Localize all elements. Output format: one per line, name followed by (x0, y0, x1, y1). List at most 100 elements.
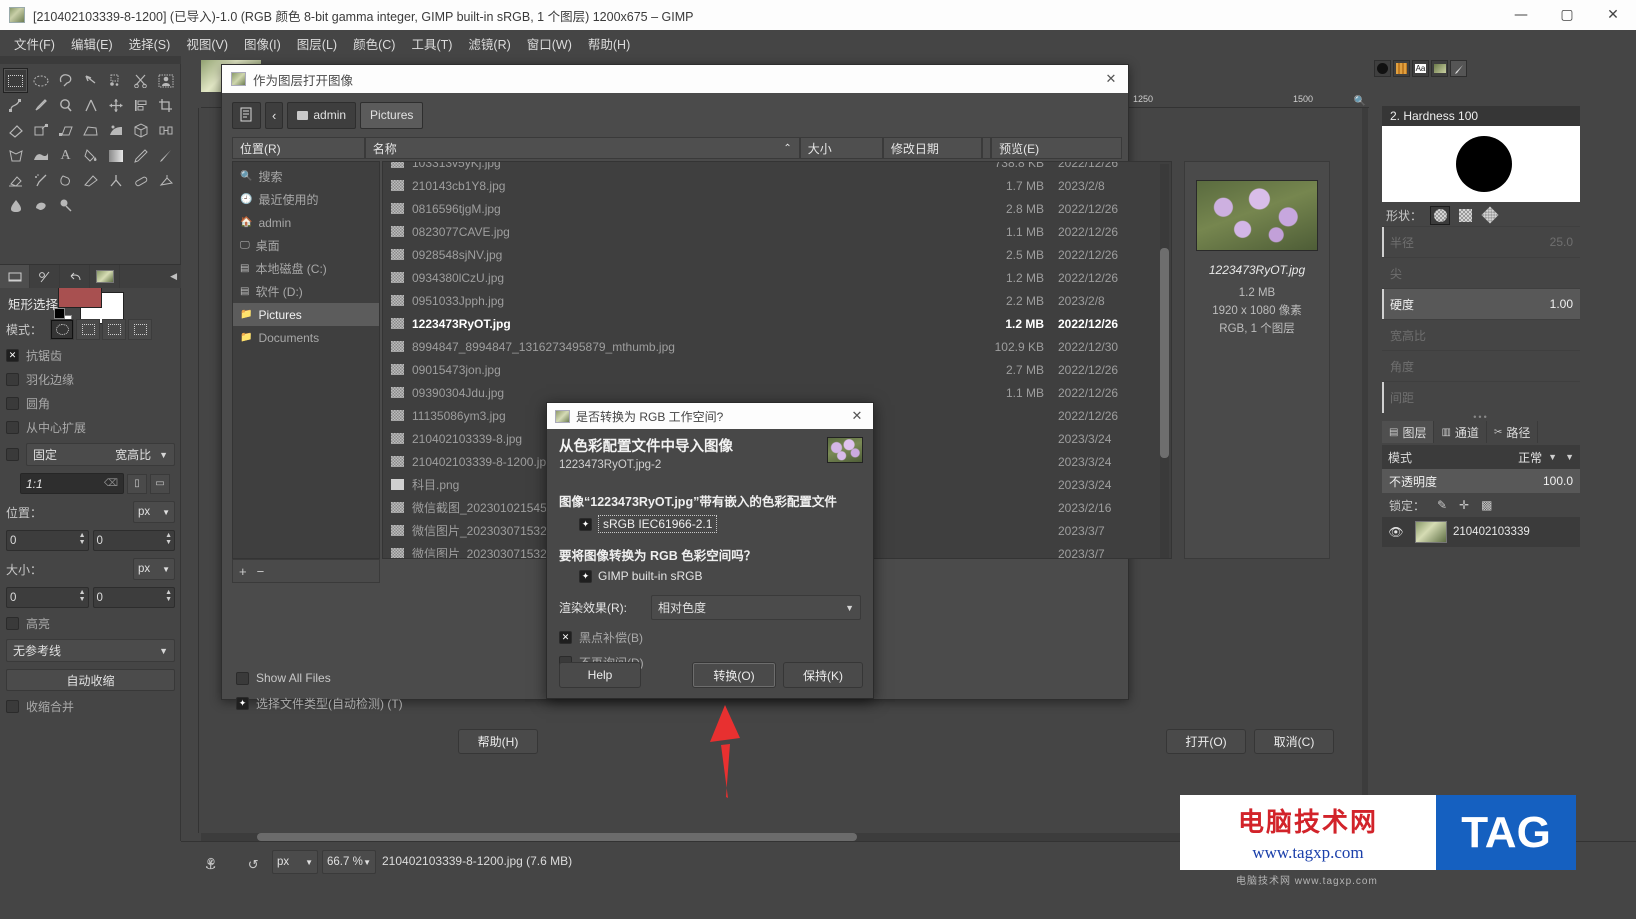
cage-transform-tool-icon[interactable] (3, 143, 28, 168)
place-local-disk-c[interactable]: ▤ 本地磁盘 (C:) (233, 257, 379, 280)
select-by-color-tool-icon[interactable] (103, 68, 128, 93)
circle-shape-button[interactable] (1430, 205, 1451, 225)
antialias-checkbox[interactable]: ✕ (6, 349, 19, 362)
mode-group-chevron-icon[interactable]: ▼ (1565, 452, 1574, 462)
zoom-combo[interactable]: 66.7 % ▼ (322, 850, 376, 874)
color-picker-tool-icon[interactable] (28, 93, 53, 118)
table-row[interactable]: 09015473jon.jpg 2.7 MB 2022/12/26 (383, 358, 1163, 381)
bpc-row[interactable]: ✕ 黑点补偿(B) (559, 629, 861, 646)
type-a-filename-icon[interactable] (232, 101, 261, 129)
table-row[interactable]: 09390304Jdu.jpg 1.1 MB 2022/12/26 (383, 381, 1163, 404)
portrait-orientation-icon[interactable]: ▯ (127, 473, 147, 494)
shrink-merged-checkbox[interactable] (6, 700, 19, 713)
heal-tool-icon[interactable] (128, 168, 153, 193)
column-name[interactable]: 名称 ⌃ (364, 137, 800, 159)
column-size[interactable]: 大小 (799, 137, 883, 159)
measure-tool-icon[interactable] (78, 93, 103, 118)
rounded-corners-row[interactable]: 圆角 (6, 395, 175, 412)
position-x-input[interactable]: 0 ▲ ▼ (6, 530, 89, 551)
cancel-button[interactable]: 取消(C) (1254, 729, 1334, 754)
unit-combo[interactable]: px ▼ (272, 850, 318, 874)
minimize-button[interactable]: — (1498, 0, 1544, 30)
eraser-tool-icon[interactable] (3, 168, 28, 193)
show-all-files-checkbox[interactable] (236, 671, 249, 685)
ink-tool-icon[interactable] (53, 168, 78, 193)
crop-tool-icon[interactable] (153, 93, 178, 118)
antialias-row[interactable]: ✕ 抗锯齿 (6, 347, 175, 364)
close-icon[interactable]: ✕ (1100, 69, 1122, 89)
lock-alpha-icon[interactable]: ▩ (1481, 498, 1492, 512)
mypaint-brush-tool-icon[interactable] (78, 168, 103, 193)
brush-radius-slider[interactable]: 半径 25.0 (1382, 226, 1580, 258)
shear-tool-icon[interactable] (53, 118, 78, 143)
place-pictures[interactable]: 📁 Pictures (233, 303, 379, 326)
column-modified[interactable]: 修改日期 (882, 137, 982, 159)
tab-layers[interactable]: ▤ 图层 (1382, 421, 1435, 443)
brush-spacing-slider[interactable]: 间距 (1382, 381, 1580, 413)
place-desktop[interactable]: 🖵 桌面 (233, 234, 379, 257)
dock-menu-icon[interactable]: ◀ (170, 271, 177, 282)
perspective-tool-icon[interactable] (78, 118, 103, 143)
brush-angle-slider[interactable]: 角度 (1382, 350, 1580, 381)
convert-button[interactable]: 转换(O) (692, 662, 776, 688)
place-recent[interactable]: 🕘 最近使用的 (233, 188, 379, 211)
scrollbar-thumb[interactable] (1160, 248, 1169, 458)
remove-place-button[interactable]: − (257, 564, 265, 579)
flip-tool-icon[interactable] (153, 118, 178, 143)
blur-sharpen-tool-icon[interactable] (3, 193, 28, 218)
zoom-tool-icon[interactable] (53, 93, 78, 118)
target-profile-value[interactable]: GIMP built-in sRGB (598, 569, 702, 583)
brush-hardness-slider[interactable]: 硬度 1.00 (1382, 288, 1580, 320)
menu-select[interactable]: 选择(S) (121, 31, 179, 56)
smudge-tool-icon[interactable] (28, 193, 53, 218)
place-search[interactable]: 🔍 搜索 (233, 165, 379, 188)
add-place-button[interactable]: + (239, 564, 247, 579)
show-all-files-row[interactable]: Show All Files (236, 671, 331, 685)
menu-view[interactable]: 视图(V) (178, 31, 236, 56)
feather-row[interactable]: 羽化边缘 (6, 371, 175, 388)
column-places[interactable]: 位置(R) (232, 137, 365, 159)
navigate-icon[interactable]: 🔍 (1352, 94, 1368, 108)
3d-transform-tool-icon[interactable] (128, 118, 153, 143)
embedded-profile-value[interactable]: sRGB IEC61966-2.1 (598, 515, 718, 533)
highlight-checkbox[interactable] (6, 617, 19, 630)
mode-intersect-button[interactable] (128, 319, 153, 340)
device-status-tab[interactable] (30, 265, 60, 288)
clone-tool-icon[interactable] (103, 168, 128, 193)
images-tab[interactable] (90, 265, 120, 288)
ellipse-select-tool-icon[interactable] (28, 68, 53, 93)
mode-subtract-button[interactable] (102, 319, 127, 340)
embedded-profile-row[interactable]: ✦ sRGB IEC61966-2.1 (579, 515, 861, 533)
target-profile-row[interactable]: ✦ GIMP built-in sRGB (579, 569, 861, 583)
gradient-tool-icon[interactable] (103, 143, 128, 168)
perspective-clone-tool-icon[interactable] (153, 168, 178, 193)
menu-colors[interactable]: 颜色(C) (345, 31, 403, 56)
brush-spikes-slider[interactable]: 尖 (1382, 257, 1580, 288)
eye-icon[interactable]: 👁 (1387, 525, 1405, 539)
warp-transform-tool-icon[interactable] (28, 143, 53, 168)
rounded-corners-checkbox[interactable] (6, 397, 19, 410)
position-y-input[interactable]: 0 ▲ ▼ (92, 530, 175, 551)
fonts-tab[interactable]: Aa (1412, 60, 1429, 77)
dodge-burn-tool-icon[interactable] (53, 193, 78, 218)
fixed-aspect-combo[interactable]: 固定 宽高比 ▼ (26, 443, 175, 466)
table-row[interactable]: 8994847_8994847_1316273495879_mthumb.jpg… (383, 335, 1163, 358)
pencil-tool-icon[interactable] (128, 143, 153, 168)
table-row[interactable]: 0951033Jpph.jpg 2.2 MB 2023/2/8 (383, 289, 1163, 312)
layer-opacity-row[interactable]: 不透明度 100.0 (1382, 469, 1580, 493)
black-point-compensation-checkbox[interactable]: ✕ (559, 631, 572, 644)
mode-replace-button[interactable] (50, 319, 75, 340)
lock-position-icon[interactable]: ✛ (1459, 498, 1469, 512)
aspect-ratio-input[interactable]: 1:1 ⌫ (20, 473, 124, 494)
expand-from-center-checkbox[interactable] (6, 421, 19, 434)
target-expander-icon[interactable]: ✦ (579, 569, 592, 583)
close-icon[interactable]: ✕ (848, 407, 866, 425)
paths-tool-icon[interactable] (3, 93, 28, 118)
tab-channels[interactable]: ▥ 通道 (1434, 421, 1487, 443)
square-shape-button[interactable] (1455, 206, 1475, 225)
brush-aspect-ratio-slider[interactable]: 宽高比 (1382, 319, 1580, 350)
size-height-input[interactable]: 0 ▲ ▼ (92, 587, 175, 608)
path-back-button[interactable]: ‹ (265, 101, 284, 129)
expand-from-center-row[interactable]: 从中心扩展 (6, 419, 175, 436)
auto-shrink-button[interactable]: 自动收缩 (6, 669, 175, 691)
